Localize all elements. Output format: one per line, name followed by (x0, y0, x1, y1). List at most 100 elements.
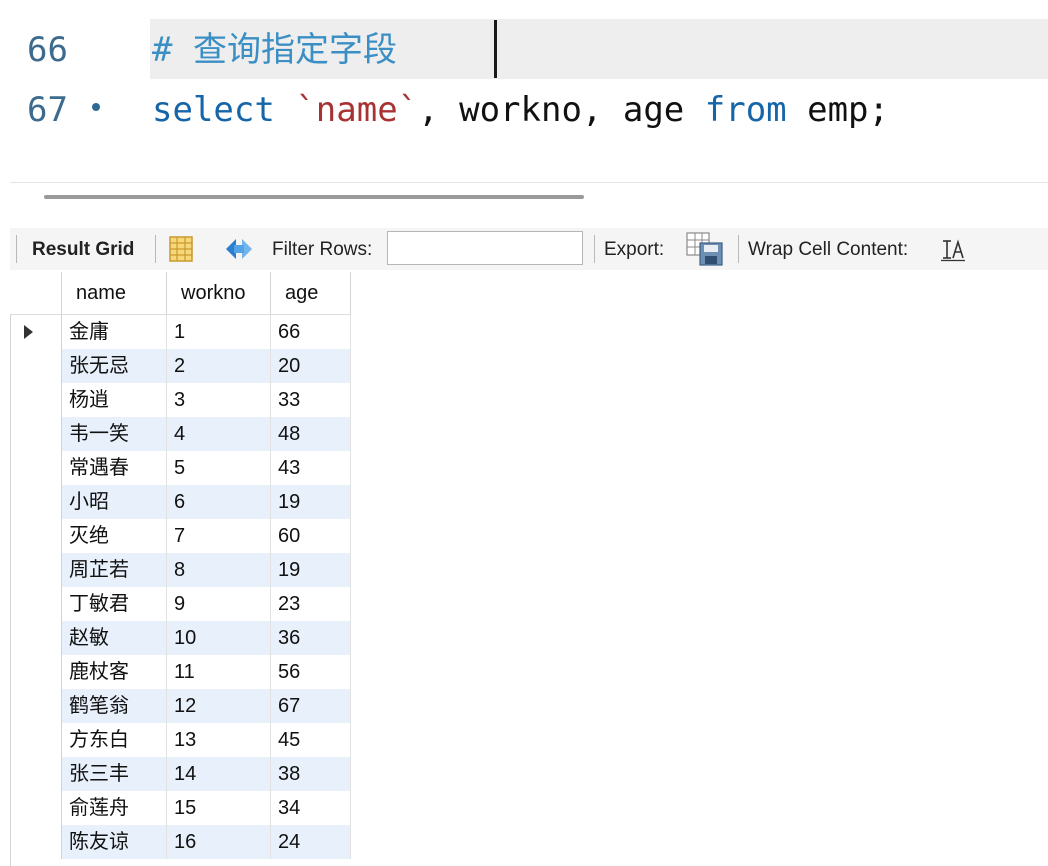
cell-workno[interactable]: 10 (167, 621, 271, 655)
sql-editor[interactable]: 66 # 查询指定字段 67 select `name`, workno, ag… (10, 0, 1048, 182)
cell-workno[interactable]: 3 (167, 383, 271, 417)
row-selector[interactable] (10, 757, 62, 791)
cell-workno[interactable]: 1 (167, 315, 271, 349)
keyword-select: select (152, 90, 275, 130)
table-row[interactable]: 俞莲舟 15 34 (10, 791, 351, 825)
cell-workno[interactable]: 12 (167, 689, 271, 723)
export-icon[interactable] (686, 232, 724, 266)
cell-name[interactable]: 张三丰 (62, 757, 167, 791)
table-row[interactable]: 张无忌 2 20 (10, 349, 351, 383)
table-row[interactable]: 灭绝 7 60 (10, 519, 351, 553)
row-selector[interactable] (10, 451, 62, 485)
column-header-age[interactable]: age (271, 272, 351, 314)
wrap-cell-icon[interactable] (940, 238, 966, 262)
horizontal-scrollbar[interactable] (44, 195, 584, 199)
cell-workno[interactable]: 6 (167, 485, 271, 519)
row-selector[interactable] (10, 655, 62, 689)
cell-age[interactable]: 45 (271, 723, 351, 757)
row-selector[interactable] (10, 791, 62, 825)
row-selector[interactable] (10, 485, 62, 519)
cell-age[interactable]: 34 (271, 791, 351, 825)
row-selector[interactable] (10, 553, 62, 587)
row-selector[interactable] (10, 587, 62, 621)
cell-workno[interactable]: 8 (167, 553, 271, 587)
cell-age[interactable]: 56 (271, 655, 351, 689)
cell-age[interactable]: 20 (271, 349, 351, 383)
refresh-icon[interactable] (222, 235, 256, 263)
row-selector[interactable] (10, 689, 62, 723)
row-selector-header[interactable] (10, 272, 62, 314)
table-row[interactable]: 小昭 6 19 (10, 485, 351, 519)
table-row[interactable]: 方东白 13 45 (10, 723, 351, 757)
cell-name[interactable]: 赵敏 (62, 621, 167, 655)
toolbar-separator (738, 235, 739, 263)
cell-age[interactable]: 43 (271, 451, 351, 485)
table-row[interactable]: 韦一笑 4 48 (10, 417, 351, 451)
table-row[interactable]: 杨逍 3 33 (10, 383, 351, 417)
cell-age[interactable]: 66 (271, 315, 351, 349)
cell-name[interactable]: 金庸 (62, 315, 167, 349)
row-selector[interactable] (10, 621, 62, 655)
cell-workno[interactable]: 13 (167, 723, 271, 757)
cell-name[interactable]: 鹿杖客 (62, 655, 167, 689)
table-row[interactable]: 赵敏 10 36 (10, 621, 351, 655)
filter-rows-input[interactable] (387, 231, 583, 265)
cell-workno[interactable]: 16 (167, 825, 271, 859)
table-row[interactable]: 丁敏君 9 23 (10, 587, 351, 621)
cell-name[interactable]: 鹤笔翁 (62, 689, 167, 723)
grid-layout-icon[interactable] (168, 236, 194, 262)
cell-workno[interactable]: 9 (167, 587, 271, 621)
cell-name[interactable]: 周芷若 (62, 553, 167, 587)
cell-workno[interactable]: 14 (167, 757, 271, 791)
cell-workno[interactable]: 7 (167, 519, 271, 553)
cell-name[interactable]: 方东白 (62, 723, 167, 757)
cell-age[interactable]: 24 (271, 825, 351, 859)
cell-name[interactable]: 韦一笑 (62, 417, 167, 451)
cell-workno[interactable]: 5 (167, 451, 271, 485)
result-grid-tab[interactable]: Result Grid (32, 239, 134, 261)
cell-name[interactable]: 灭绝 (62, 519, 167, 553)
table-row[interactable]: 鹤笔翁 12 67 (10, 689, 351, 723)
cell-workno[interactable]: 2 (167, 349, 271, 383)
table-row[interactable]: 张三丰 14 38 (10, 757, 351, 791)
row-selector[interactable] (10, 519, 62, 553)
column-header-workno[interactable]: workno (167, 272, 271, 314)
sql-statement: select `name`, workno, age from emp; (152, 90, 889, 130)
cell-workno[interactable]: 15 (167, 791, 271, 825)
column-header-name[interactable]: name (62, 272, 167, 314)
cell-age[interactable]: 60 (271, 519, 351, 553)
table-row[interactable]: 周芷若 8 19 (10, 553, 351, 587)
wrap-cell-content-label: Wrap Cell Content: (748, 239, 909, 260)
statement-marker-icon (92, 103, 100, 111)
cell-age[interactable]: 19 (271, 485, 351, 519)
row-selector[interactable] (10, 349, 62, 383)
cell-age[interactable]: 19 (271, 553, 351, 587)
sql-comment: # 查询指定字段 (152, 30, 397, 70)
cell-age[interactable]: 38 (271, 757, 351, 791)
cell-name[interactable]: 陈友谅 (62, 825, 167, 859)
cell-age[interactable]: 33 (271, 383, 351, 417)
cell-name[interactable]: 常遇春 (62, 451, 167, 485)
table-row[interactable]: 鹿杖客 11 56 (10, 655, 351, 689)
cell-age[interactable]: 36 (271, 621, 351, 655)
cell-age[interactable]: 48 (271, 417, 351, 451)
row-selector[interactable] (10, 383, 62, 417)
table-row[interactable]: 陈友谅 16 24 (10, 825, 351, 859)
row-selector[interactable] (10, 315, 62, 349)
cell-name[interactable]: 俞莲舟 (62, 791, 167, 825)
row-selector[interactable] (10, 723, 62, 757)
result-grid[interactable]: name workno age 金庸 1 66 张无忌 2 20 杨逍 3 33 韦一笑 4 48 常遇… (10, 272, 351, 866)
table-row[interactable]: 常遇春 5 43 (10, 451, 351, 485)
cell-name[interactable]: 小昭 (62, 485, 167, 519)
table-row[interactable]: 金庸 1 66 (10, 315, 351, 349)
cell-age[interactable]: 67 (271, 689, 351, 723)
row-selector[interactable] (10, 825, 62, 859)
cell-workno[interactable]: 11 (167, 655, 271, 689)
row-selector[interactable] (10, 417, 62, 451)
cell-name[interactable]: 丁敏君 (62, 587, 167, 621)
grid-header-row: name workno age (10, 272, 351, 315)
cell-name[interactable]: 张无忌 (62, 349, 167, 383)
cell-name[interactable]: 杨逍 (62, 383, 167, 417)
cell-age[interactable]: 23 (271, 587, 351, 621)
cell-workno[interactable]: 4 (167, 417, 271, 451)
